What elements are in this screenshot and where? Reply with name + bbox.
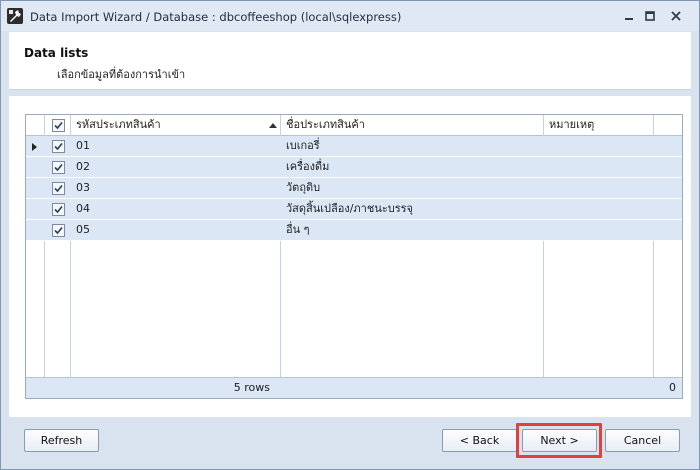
column-header-note[interactable]: หมายเหตุ bbox=[544, 115, 654, 136]
data-grid[interactable]: รหัสประเภทสินค้า ชื่อประเภทสินค้า หมายเห… bbox=[25, 114, 683, 399]
row-count: 5 rows bbox=[233, 381, 270, 394]
row-checkbox[interactable] bbox=[52, 161, 65, 174]
row-code-cell[interactable]: 05 bbox=[71, 220, 280, 241]
title-bar[interactable]: Data Import Wizard / Database : dbcoffee… bbox=[1, 1, 699, 31]
table-row[interactable]: 02 เครื่องดื่ม bbox=[26, 157, 682, 178]
column-header-name[interactable]: ชื่อประเภทสินค้า bbox=[281, 115, 544, 136]
row-note-cell[interactable] bbox=[544, 178, 653, 199]
wizard-footer: Refresh < Back Next > Cancel bbox=[9, 417, 691, 465]
table-row[interactable]: 04 วัสดุสิ้นเปลือง/ภาชนะบรรจุ bbox=[26, 199, 682, 220]
sort-ascending-icon bbox=[269, 123, 277, 128]
table-row[interactable]: 03 วัตถุดิบ bbox=[26, 178, 682, 199]
row-note-cell[interactable] bbox=[544, 157, 653, 178]
row-checkbox[interactable] bbox=[52, 224, 65, 237]
next-button-highlight bbox=[516, 423, 602, 458]
row-note-cell[interactable] bbox=[544, 136, 653, 157]
wizard-content: รหัสประเภทสินค้า ชื่อประเภทสินค้า หมายเห… bbox=[9, 96, 691, 417]
wizard-window: Data Import Wizard / Database : dbcoffee… bbox=[0, 0, 700, 470]
row-checkbox[interactable] bbox=[52, 203, 65, 216]
row-indicator-icon bbox=[32, 143, 37, 151]
grid-footer: 5 rows 0 bbox=[26, 377, 682, 398]
wizard-header: Data lists เลือกข้อมูลที่ต้องการนำเข้า bbox=[9, 32, 691, 90]
grid-header-row: รหัสประเภทสินค้า ชื่อประเภทสินค้า หมายเห… bbox=[26, 115, 682, 136]
column-header-code[interactable]: รหัสประเภทสินค้า bbox=[71, 115, 281, 136]
maximize-button[interactable] bbox=[643, 9, 657, 23]
row-checkbox[interactable] bbox=[52, 140, 65, 153]
minimize-button[interactable] bbox=[622, 9, 636, 23]
row-name-cell[interactable]: อื่น ๆ bbox=[281, 220, 543, 241]
select-all-checkbox[interactable] bbox=[52, 119, 65, 132]
row-name-cell[interactable]: วัสดุสิ้นเปลือง/ภาชนะบรรจุ bbox=[281, 199, 543, 220]
row-name-cell[interactable]: เบเกอรี่ bbox=[281, 136, 543, 157]
close-button[interactable] bbox=[669, 9, 683, 23]
row-checkbox[interactable] bbox=[52, 182, 65, 195]
page-title: Data lists bbox=[24, 46, 89, 60]
refresh-button[interactable]: Refresh bbox=[24, 429, 99, 452]
back-button[interactable]: < Back bbox=[442, 429, 517, 452]
row-code-cell[interactable]: 01 bbox=[71, 136, 280, 157]
row-code-cell[interactable]: 04 bbox=[71, 199, 280, 220]
cancel-button[interactable]: Cancel bbox=[605, 429, 680, 452]
page-subtitle: เลือกข้อมูลที่ต้องการนำเข้า bbox=[57, 68, 186, 81]
row-name-cell[interactable]: เครื่องดื่ม bbox=[281, 157, 543, 178]
row-code-cell[interactable]: 02 bbox=[71, 157, 280, 178]
table-row[interactable]: 05 อื่น ๆ bbox=[26, 220, 682, 241]
wizard-tools-icon bbox=[7, 8, 23, 24]
row-name-cell[interactable]: วัตถุดิบ bbox=[281, 178, 543, 199]
table-row[interactable]: 01 เบเกอรี่ bbox=[26, 136, 682, 157]
row-note-cell[interactable] bbox=[544, 199, 653, 220]
row-code-cell[interactable]: 03 bbox=[71, 178, 280, 199]
row-note-cell[interactable] bbox=[544, 220, 653, 241]
window-title: Data Import Wizard / Database : dbcoffee… bbox=[30, 10, 402, 24]
footer-summary-value: 0 bbox=[669, 381, 676, 394]
